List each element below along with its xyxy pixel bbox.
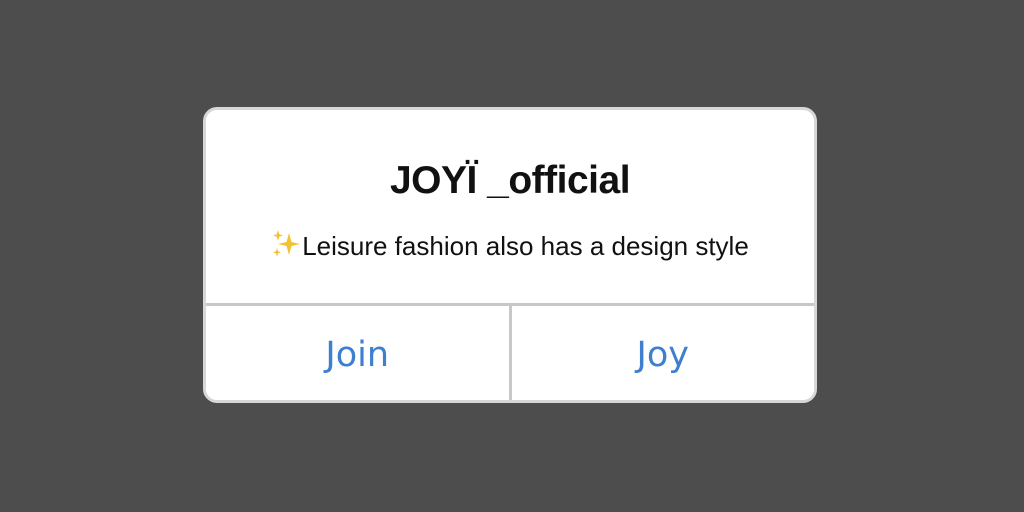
dialog-title: JOYÏ _official [389, 159, 631, 202]
dialog-button-row: Join Joy [206, 306, 814, 400]
dialog-subtitle-row: Leisure fashion also has a design style [206, 229, 814, 263]
dialog-header: JOYÏ _official Leisure fashion also has … [206, 110, 814, 303]
joy-button[interactable]: Joy [511, 306, 814, 400]
join-button[interactable]: Join [206, 306, 509, 400]
screen-backdrop: JOYÏ _official Leisure fashion also has … [0, 0, 1024, 512]
dialog-subtitle: Leisure fashion also has a design style [302, 231, 749, 261]
sparkles-icon [271, 229, 301, 259]
alert-dialog: JOYÏ _official Leisure fashion also has … [203, 107, 817, 403]
